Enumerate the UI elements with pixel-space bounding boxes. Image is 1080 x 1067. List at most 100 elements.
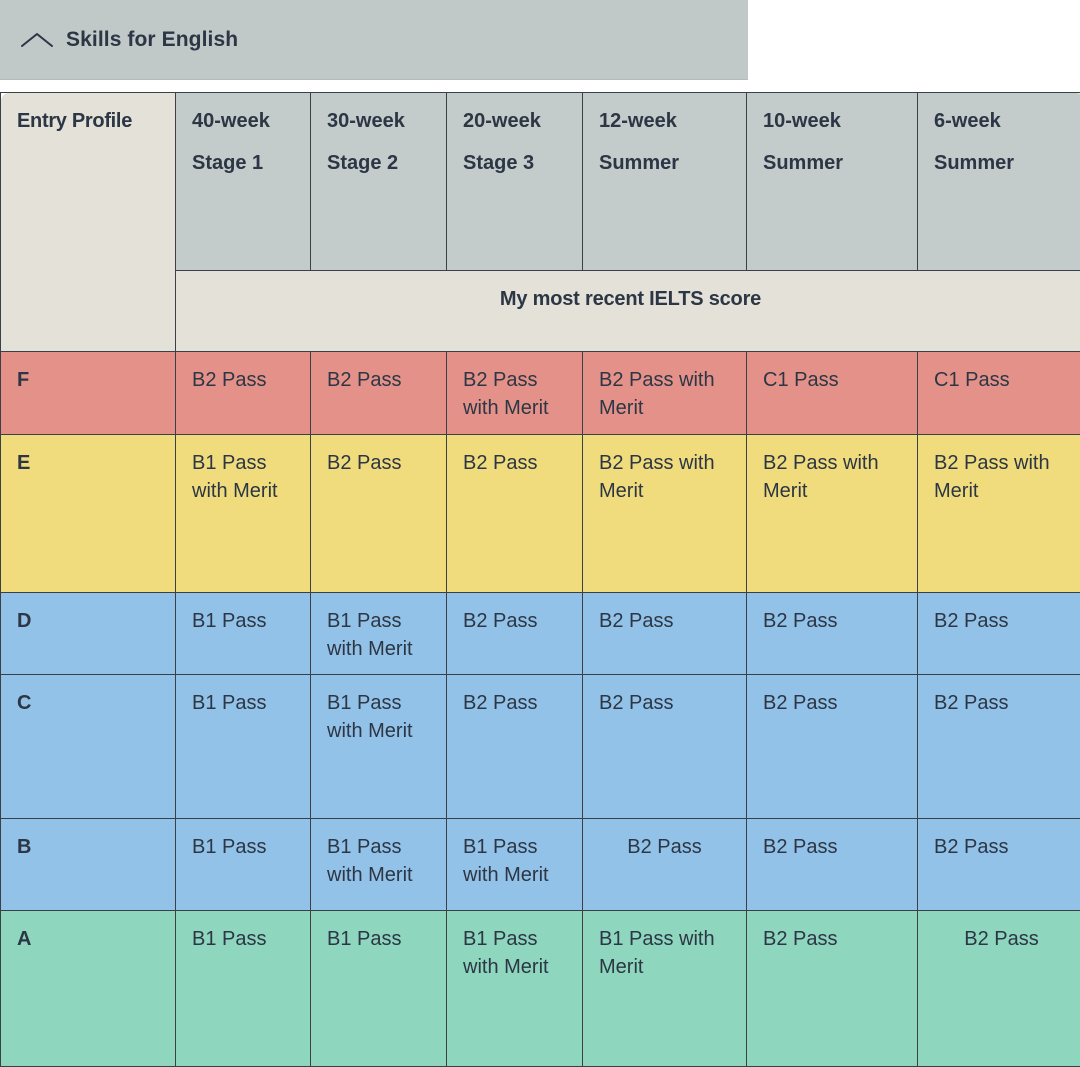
ielts-banner-cell: My most recent IELTS score [176, 271, 1080, 352]
row-label-text: C [17, 692, 31, 714]
cell-value: B2 Pass with Merit [934, 452, 1050, 502]
column-duration: 40-week [192, 110, 270, 132]
cell-value: B2 Pass with Merit [599, 452, 715, 502]
column-header-12-week: 12-week Summer [583, 93, 747, 271]
spacer [934, 135, 1069, 149]
row-label-c: C [1, 674, 176, 818]
row-label-text: B [17, 836, 31, 858]
cell-f-12-week: B2 Pass with Merit [583, 352, 747, 435]
spacer [463, 135, 566, 149]
cell-value: B2 Pass [463, 452, 537, 474]
column-stage: Stage 2 [327, 152, 398, 174]
cell-value: B1 Pass with Merit [463, 928, 549, 978]
cell-b-10-week: B2 Pass [747, 818, 918, 910]
cell-value: B2 Pass with Merit [763, 452, 879, 502]
spacer [327, 135, 430, 149]
cell-value: B2 Pass with Merit [463, 369, 549, 419]
row-label-b: B [1, 818, 176, 910]
cell-f-30-week: B2 Pass [311, 352, 447, 435]
cell-value: B2 Pass [463, 610, 537, 632]
cell-e-30-week: B2 Pass [311, 435, 447, 593]
cell-e-12-week: B2 Pass with Merit [583, 435, 747, 593]
table-row: A B1 Pass B1 Pass B1 Pass with Merit B1 … [1, 910, 1080, 1066]
table-row: D B1 Pass B1 Pass with Merit B2 Pass B2 … [1, 593, 1080, 675]
cell-a-30-week: B1 Pass [311, 910, 447, 1066]
cell-value: B2 Pass [599, 610, 673, 632]
cell-e-20-week: B2 Pass [447, 435, 583, 593]
cell-d-6-week: B2 Pass [918, 593, 1080, 675]
column-header-6-week: 6-week Summer [918, 93, 1080, 271]
cell-d-30-week: B1 Pass with Merit [311, 593, 447, 675]
column-header-10-week: 10-week Summer [747, 93, 918, 271]
cell-value: B1 Pass [192, 610, 266, 632]
cell-a-12-week: B1 Pass with Merit [583, 910, 747, 1066]
column-header-20-week: 20-week Stage 3 [447, 93, 583, 271]
table-row: C B1 Pass B1 Pass with Merit B2 Pass B2 … [1, 674, 1080, 818]
cell-f-10-week: C1 Pass [747, 352, 918, 435]
cell-value: B1 Pass with Merit [192, 452, 278, 502]
cell-value: B2 Pass [463, 692, 537, 714]
column-stage: Summer [599, 152, 679, 174]
column-header-40-week: 40-week Stage 1 [176, 93, 311, 271]
cell-b-6-week: B2 Pass [918, 818, 1080, 910]
cell-e-40-week: B1 Pass with Merit [176, 435, 311, 593]
cell-value: B1 Pass with Merit [327, 610, 413, 660]
cell-d-20-week: B2 Pass [447, 593, 583, 675]
cell-value: B1 Pass with Merit [327, 692, 413, 742]
cell-value: B2 Pass [599, 692, 673, 714]
column-stage: Stage 1 [192, 152, 263, 174]
cell-a-40-week: B1 Pass [176, 910, 311, 1066]
cell-value: B2 Pass [763, 610, 837, 632]
cell-value: C1 Pass [763, 369, 839, 391]
chevron-up-icon[interactable] [20, 30, 54, 50]
column-duration: 10-week [763, 110, 841, 132]
cell-d-40-week: B1 Pass [176, 593, 311, 675]
row-label-a: A [1, 910, 176, 1066]
cell-value: B2 Pass [192, 369, 266, 391]
cell-value: B2 Pass [763, 692, 837, 714]
entry-profile-header-cell: Entry Profile [1, 93, 176, 352]
table-row: F B2 Pass B2 Pass B2 Pass with Merit B2 … [1, 352, 1080, 435]
cell-d-12-week: B2 Pass [583, 593, 747, 675]
cell-b-40-week: B1 Pass [176, 818, 311, 910]
cell-b-30-week: B1 Pass with Merit [311, 818, 447, 910]
entry-profile-matrix: Entry Profile 40-week Stage 1 30-week St… [0, 92, 1080, 1064]
cell-c-10-week: B2 Pass [747, 674, 918, 818]
accordion-title: Skills for English [66, 28, 238, 52]
row-label-text: A [17, 928, 31, 950]
column-stage: Summer [763, 152, 843, 174]
cell-d-10-week: B2 Pass [747, 593, 918, 675]
cell-value: B2 Pass [327, 452, 401, 474]
column-duration: 12-week [599, 110, 677, 132]
row-label-e: E [1, 435, 176, 593]
column-stage: Stage 3 [463, 152, 534, 174]
row-label-text: E [17, 452, 30, 474]
spacer [192, 135, 294, 149]
cell-f-40-week: B2 Pass [176, 352, 311, 435]
column-duration: 20-week [463, 110, 541, 132]
cell-value: B1 Pass with Merit [599, 928, 715, 978]
cell-c-6-week: B2 Pass [918, 674, 1080, 818]
entry-profile-label: Entry Profile [17, 110, 132, 132]
cell-c-30-week: B1 Pass with Merit [311, 674, 447, 818]
cell-value: B1 Pass [327, 928, 401, 950]
column-header-30-week: 30-week Stage 2 [311, 93, 447, 271]
cell-value: B2 Pass [763, 928, 837, 950]
cell-value: B2 Pass [934, 692, 1008, 714]
cell-b-12-week: B2 Pass [583, 818, 747, 910]
row-label-f: F [1, 352, 176, 435]
cell-a-10-week: B2 Pass [747, 910, 918, 1066]
table-header-row: Entry Profile 40-week Stage 1 30-week St… [1, 93, 1080, 271]
cell-value: B1 Pass with Merit [463, 836, 549, 886]
cell-c-40-week: B1 Pass [176, 674, 311, 818]
table-row: E B1 Pass with Merit B2 Pass B2 Pass B2 … [1, 435, 1080, 593]
cell-value: B1 Pass [192, 928, 266, 950]
column-duration: 30-week [327, 110, 405, 132]
skills-for-english-accordion-header[interactable]: Skills for English [0, 0, 748, 80]
cell-a-20-week: B1 Pass with Merit [447, 910, 583, 1066]
cell-value: C1 Pass [934, 369, 1010, 391]
spacer [763, 135, 901, 149]
row-label-text: F [17, 369, 29, 391]
cell-value: B1 Pass [192, 836, 266, 858]
cell-c-12-week: B2 Pass [583, 674, 747, 818]
